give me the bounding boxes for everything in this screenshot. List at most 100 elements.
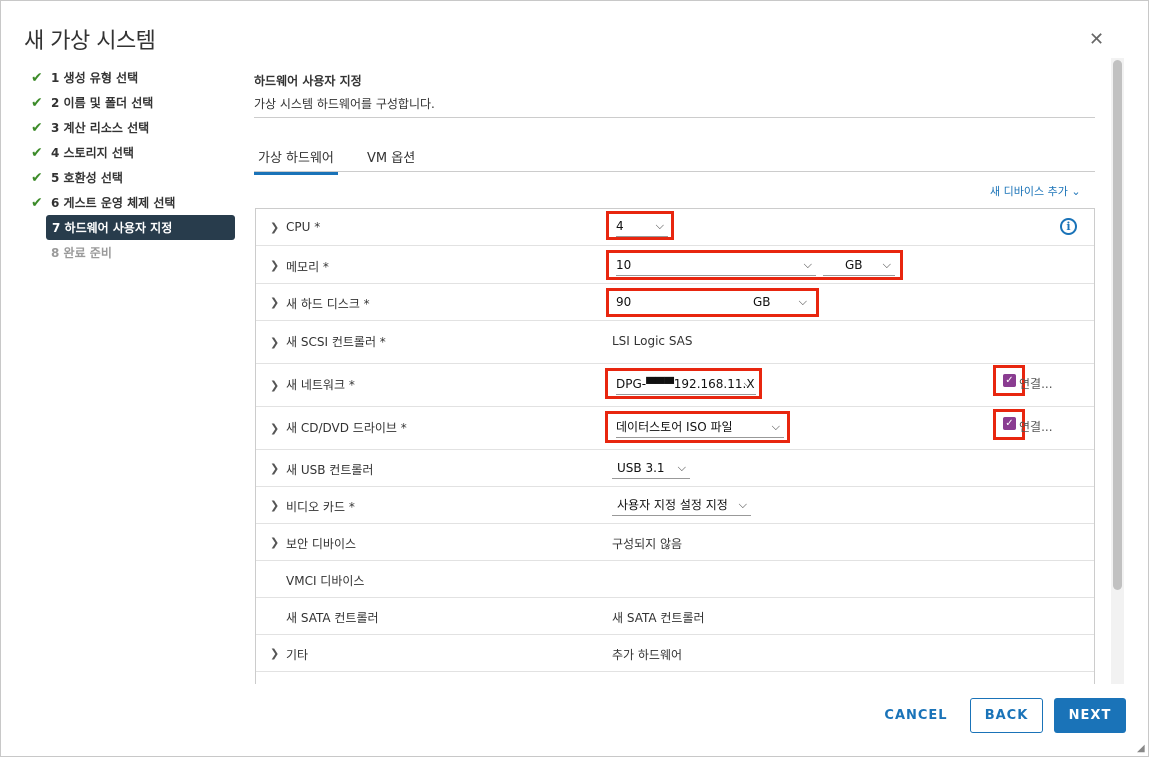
network-connect-label: 연결... <box>1019 377 1053 391</box>
memory-input[interactable]: 10 ⌵ <box>616 256 816 276</box>
checkmark-icon: ✔ <box>31 69 43 86</box>
security-value: 구성되지 않음 <box>612 537 683 551</box>
chevron-down-icon: ⌵ <box>677 461 686 474</box>
checkmark-icon: ✔ <box>31 119 43 136</box>
divider <box>254 117 1095 118</box>
scrollbar[interactable] <box>1111 58 1124 684</box>
step-label: 7 하드웨어 사용자 지정 <box>52 221 173 235</box>
sata-value: 새 SATA 컨트롤러 <box>612 611 705 625</box>
video-value: 사용자 지정 설정 지정 <box>617 498 728 512</box>
cpu-select[interactable]: 4 ⌵ <box>616 217 668 237</box>
checkmark-icon: ✔ <box>31 144 43 161</box>
back-button[interactable]: BACK <box>970 698 1043 733</box>
section-subtitle: 가상 시스템 하드웨어를 구성합니다. <box>254 97 435 111</box>
memory-unit-select[interactable]: GB ⌵ <box>823 256 895 276</box>
row-security-device: ❯ 보안 디바이스 구성되지 않음 <box>256 524 1094 561</box>
disk-unit-select[interactable]: GB ⌵ <box>745 293 811 313</box>
row-label: 새 하드 디스크 * <box>286 297 370 311</box>
step-2[interactable]: ✔ 2 이름 및 폴더 선택 <box>31 90 236 115</box>
chevron-right-icon[interactable]: ❯ <box>270 379 279 392</box>
row-sata: 새 SATA 컨트롤러 새 SATA 컨트롤러 <box>256 598 1094 635</box>
chevron-down-icon: ⌵ <box>798 295 807 308</box>
usb-select[interactable]: USB 3.1 ⌵ <box>612 459 690 479</box>
row-label: 비디오 카드 * <box>286 500 355 514</box>
chevron-down-icon: ⌄ <box>1071 185 1081 198</box>
step-7-active[interactable]: 7 하드웨어 사용자 지정 <box>46 215 235 240</box>
step-label: 8 완료 준비 <box>51 246 112 260</box>
row-label: 새 SCSI 컨트롤러 * <box>286 335 386 349</box>
row-label: 새 SATA 컨트롤러 <box>286 611 379 625</box>
chevron-right-icon[interactable]: ❯ <box>270 221 279 234</box>
chevron-right-icon[interactable]: ❯ <box>270 259 279 272</box>
network-value: DPG-▀▀▀192.168.11.X <box>616 377 755 391</box>
video-card-select[interactable]: 사용자 지정 설정 지정 ⌵ <box>612 496 751 516</box>
row-other: ❯ 기타 추가 하드웨어 <box>256 635 1094 672</box>
chevron-right-icon[interactable]: ❯ <box>270 296 279 309</box>
row-label: CPU * <box>286 220 321 234</box>
chevron-down-icon: ⌵ <box>738 498 747 511</box>
close-icon[interactable]: ✕ <box>1089 31 1104 49</box>
row-label: 기타 <box>286 648 309 662</box>
section-title: 하드웨어 사용자 지정 <box>254 74 362 88</box>
row-label: 새 네트워크 * <box>286 378 355 392</box>
network-select[interactable]: DPG-▀▀▀192.168.11.X ⌵ <box>616 375 756 395</box>
resize-handle-icon[interactable]: ◢ <box>1137 743 1145 754</box>
step-6[interactable]: ✔ 6 게스트 운영 체제 선택 <box>31 190 236 215</box>
row-label: VMCI 디바이스 <box>286 574 365 588</box>
step-3[interactable]: ✔ 3 계산 리소스 선택 <box>31 115 236 140</box>
chevron-right-icon[interactable]: ❯ <box>270 536 279 549</box>
step-4[interactable]: ✔ 4 스토리지 선택 <box>31 140 236 165</box>
scsi-value: LSI Logic SAS <box>612 334 693 348</box>
step-1[interactable]: ✔ 1 생성 유형 선택 <box>31 65 236 90</box>
next-button[interactable]: NEXT <box>1054 698 1126 733</box>
tab-bar: 가상 하드웨어 VM 옵션 <box>254 144 1095 175</box>
usb-value: USB 3.1 <box>617 461 665 475</box>
step-5[interactable]: ✔ 5 호환성 선택 <box>31 165 236 190</box>
dialog-title: 새 가상 시스템 <box>24 29 156 54</box>
disk-size-input[interactable]: 90 <box>616 293 736 313</box>
step-label: 6 게스트 운영 체제 선택 <box>51 196 176 210</box>
cpu-value: 4 <box>616 219 624 233</box>
chevron-right-icon[interactable]: ❯ <box>270 336 279 349</box>
cancel-button[interactable]: CANCEL <box>874 698 958 733</box>
wizard-steps: ✔ 1 생성 유형 선택 ✔ 2 이름 및 폴더 선택 ✔ 3 계산 리소스 선택 ✔… <box>31 65 236 265</box>
tab-virtual-hardware[interactable]: 가상 하드웨어 <box>254 147 338 175</box>
chevron-down-icon: ⌵ <box>882 258 891 271</box>
memory-value: 10 <box>616 258 632 272</box>
step-8: 8 완료 준비 <box>51 240 236 265</box>
row-scsi: ❯ 새 SCSI 컨트롤러 * LSI Logic SAS <box>256 321 1094 364</box>
disk-unit: GB <box>753 295 771 309</box>
step-label: 1 생성 유형 선택 <box>51 71 139 85</box>
row-cpu: ❯ CPU * <box>256 209 1094 246</box>
step-label: 3 계산 리소스 선택 <box>51 121 150 135</box>
chevron-down-icon: ⌵ <box>743 377 752 390</box>
memory-unit: GB <box>845 258 863 272</box>
row-label: 보안 디바이스 <box>286 537 357 551</box>
scrollbar-thumb[interactable] <box>1113 60 1122 590</box>
other-value: 추가 하드웨어 <box>612 648 683 662</box>
chevron-down-icon: ⌵ <box>655 219 664 232</box>
chevron-right-icon[interactable]: ❯ <box>270 499 279 512</box>
cd-dvd-connect-label: 연결... <box>1019 420 1053 434</box>
info-icon[interactable]: i <box>1060 218 1077 235</box>
row-vmci: VMCI 디바이스 <box>256 561 1094 598</box>
checkmark-icon: ✔ <box>31 94 43 111</box>
new-vm-dialog: 새 가상 시스템 ✕ ✔ 1 생성 유형 선택 ✔ 2 이름 및 폴더 선택 ✔ 3 … <box>0 0 1149 757</box>
row-label: 메모리 * <box>286 260 329 274</box>
disk-value: 90 <box>616 295 632 309</box>
network-connect-checkbox[interactable]: ✓ <box>1003 374 1016 387</box>
chevron-right-icon[interactable]: ❯ <box>270 647 279 660</box>
step-label: 2 이름 및 폴더 선택 <box>51 96 154 110</box>
cd-dvd-select[interactable]: 데이터스토어 ISO 파일 ⌵ <box>616 418 784 438</box>
step-label: 4 스토리지 선택 <box>51 146 134 160</box>
row-label: 새 USB 컨트롤러 <box>286 463 374 477</box>
chevron-down-icon: ⌵ <box>771 420 780 433</box>
cd-dvd-value: 데이터스토어 ISO 파일 <box>616 420 733 434</box>
chevron-right-icon[interactable]: ❯ <box>270 462 279 475</box>
checkmark-icon: ✔ <box>31 169 43 186</box>
tab-vm-options[interactable]: VM 옵션 <box>367 147 415 166</box>
chevron-right-icon[interactable]: ❯ <box>270 422 279 435</box>
add-new-device-link[interactable]: 새 디바이스 추가 ⌄ <box>990 183 1081 199</box>
cd-dvd-connect-checkbox[interactable]: ✓ <box>1003 417 1016 430</box>
row-label: 새 CD/DVD 드라이브 * <box>286 421 407 435</box>
